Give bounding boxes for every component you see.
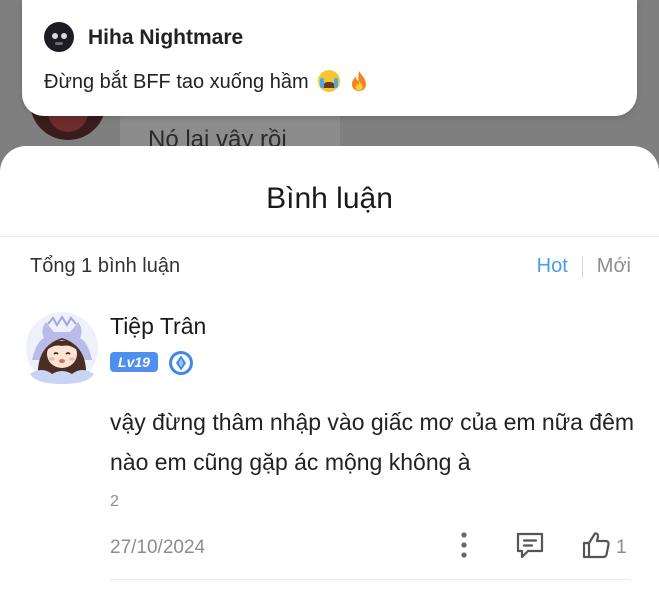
sheet-title: Bình luận — [266, 182, 393, 215]
fire-icon — [351, 71, 366, 91]
sender-name: Hiha Nightmare — [88, 26, 244, 49]
comment-count: Tổng 1 bình luận — [30, 255, 181, 277]
commenter-avatar[interactable] — [22, 308, 102, 388]
notification-message-text: Đừng bắt BFF tao xuống hầm — [44, 71, 309, 93]
comment-date: 27/10/2024 — [110, 537, 206, 558]
thumbs-up-icon[interactable] — [580, 530, 612, 560]
notification-message: Đừng bắt BFF tao xuống hầm — [44, 70, 368, 94]
reply-comment-icon[interactable] — [514, 530, 546, 560]
sender-avatar — [44, 22, 74, 52]
sort-tabs: Hot Mới — [537, 255, 631, 278]
diamond-icon — [169, 351, 193, 375]
comments-sheet: Bình luận Tổng 1 bình luận Hot Mới Tiệp … — [0, 146, 659, 600]
header-divider — [0, 236, 659, 237]
notification-banner[interactable]: Hiha Nightmare Đừng bắt BFF tao xuống hầ… — [22, 0, 637, 116]
comment-number: 2 — [110, 493, 119, 510]
tab-separator — [581, 255, 583, 278]
more-options-icon[interactable] — [455, 530, 473, 560]
tab-hot[interactable]: Hot — [537, 255, 568, 278]
crying-face-icon — [318, 70, 341, 92]
tab-new[interactable]: Mới — [597, 255, 631, 278]
comment-divider — [110, 579, 630, 580]
like-count: 1 — [616, 537, 627, 558]
comment-text: vậy đừng thâm nhập vào giấc mơ của em nữ… — [110, 409, 635, 475]
commenter-name[interactable]: Tiệp Trân — [110, 313, 206, 340]
level-badge: Lv19 — [110, 352, 158, 372]
